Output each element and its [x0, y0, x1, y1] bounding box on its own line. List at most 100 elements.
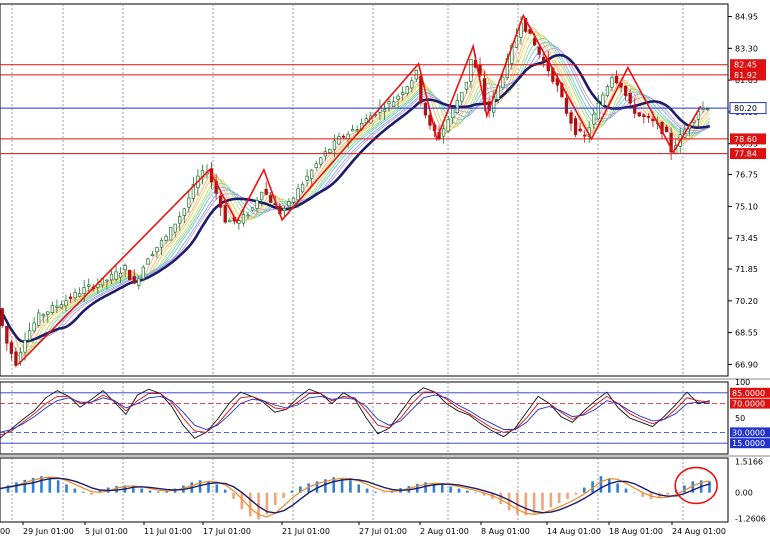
candle-body: [264, 188, 268, 195]
oscillator-bar: [90, 492, 93, 495]
candle-body: [128, 269, 132, 281]
y-tick-label: 76.75: [735, 171, 758, 180]
oscillator-bar: [282, 492, 285, 498]
candle-body: [705, 108, 710, 111]
stochastic-tick-label: 30.0000: [732, 428, 765, 437]
stochastic-tick-label: 85.0000: [732, 389, 765, 398]
oscillator-bar: [449, 486, 452, 493]
candle-body: [592, 113, 596, 125]
oscillator-bar: [666, 492, 670, 495]
candle-body: [423, 102, 428, 116]
candle-body: [341, 135, 346, 138]
candle-body: [405, 86, 409, 94]
candle-body: [109, 273, 114, 281]
candle-body: [77, 293, 82, 297]
candle-body: [501, 76, 505, 89]
candle-body: [601, 94, 605, 106]
candle-body: [583, 134, 587, 137]
candle-body: [27, 330, 32, 341]
candle-body: [32, 322, 36, 332]
oscillator-tick-label: -1.2606: [735, 515, 766, 524]
candle-body: [219, 195, 223, 208]
candle-body: [441, 128, 446, 137]
candle-body: [259, 191, 264, 201]
stochastic-tick-label: 70.0000: [732, 400, 765, 409]
candle-body: [573, 118, 578, 135]
candle-body: [614, 76, 619, 84]
x-tick-label: 29 Jun 01:00: [23, 527, 74, 536]
candle-body: [542, 56, 546, 62]
candle-body: [164, 235, 168, 241]
candle-body: [469, 59, 473, 82]
x-tick-label: 2 Aug 01:00: [420, 527, 469, 536]
stochastic-tick-label: 100: [735, 378, 750, 387]
candle-body: [41, 314, 45, 317]
candle-body: [350, 129, 355, 132]
y-tick-label: 68.55: [735, 329, 758, 338]
oscillator-bar: [683, 485, 686, 493]
candle-body: [82, 287, 86, 294]
oscillator-bar: [574, 492, 578, 495]
x-tick-label: 27 Jul 01:00: [359, 527, 407, 536]
candle-body: [155, 247, 159, 253]
candle-body: [269, 195, 273, 203]
oscillator-bar: [507, 492, 511, 511]
candle-body: [241, 214, 246, 224]
candle-body: [382, 109, 387, 112]
candle-body: [14, 351, 18, 366]
candle-body: [159, 240, 164, 248]
candle-body: [451, 108, 455, 119]
candle-body: [150, 254, 155, 257]
candle-body: [610, 77, 614, 88]
oscillator-bar: [382, 492, 386, 494]
candle-body: [310, 169, 314, 179]
candle-body: [46, 311, 50, 315]
candle-body: [5, 325, 9, 344]
oscillator-bar: [549, 492, 553, 508]
oscillator-bar: [616, 483, 619, 493]
chart-canvas: 84.9583.3081.6580.0078.3576.7575.1073.45…: [0, 3, 770, 536]
candle-body: [633, 104, 637, 114]
oscillator-bar: [240, 492, 244, 510]
price-level-label: 82.45: [730, 59, 766, 71]
candle-body: [596, 102, 600, 120]
candle-body: [246, 214, 250, 217]
candle-body: [68, 296, 73, 299]
oscillator-bar: [599, 476, 603, 493]
stochastic-level-tag: 30.0000: [730, 427, 770, 438]
oscillator-bar: [566, 492, 569, 499]
oscillator-bar: [499, 492, 503, 505]
oscillator-bar: [524, 492, 528, 516]
candle-body: [118, 272, 123, 278]
price-level-text: 81.92: [734, 71, 757, 80]
oscillator-bar: [273, 492, 277, 506]
oscillator-bar: [607, 478, 611, 493]
oscillator-bar: [56, 480, 60, 493]
candle-body: [646, 115, 651, 118]
oscillator-bar: [148, 490, 152, 493]
x-tick-label: 17 Jul 01:00: [203, 527, 251, 536]
candle-body: [532, 38, 537, 46]
stochastic-level-tag: 15.0000: [730, 438, 770, 449]
oscillator-bar: [457, 488, 461, 493]
candle-body: [187, 197, 191, 208]
candle-body: [37, 312, 41, 326]
candle-body: [569, 112, 573, 124]
last-price-text: 80.20: [734, 104, 757, 113]
candle-body: [396, 95, 400, 100]
x-tick-label: 00: [0, 527, 10, 536]
price-level-label: 77.84: [730, 148, 766, 160]
oscillator-bar: [474, 492, 477, 494]
price-level-label: 78.60: [730, 133, 766, 145]
candle-body: [0, 308, 4, 326]
candle-body: [319, 157, 323, 165]
candle-body: [460, 91, 464, 102]
x-tick-label: 18 Aug 01:00: [609, 527, 663, 536]
price-level-label: 81.92: [730, 69, 766, 81]
x-tick-label: 21 Jul 01:00: [282, 527, 330, 536]
candle-body: [23, 340, 27, 353]
x-tick-label: 24 Aug 01:00: [672, 527, 726, 536]
candle-body: [355, 129, 359, 132]
candle-body: [223, 204, 227, 223]
y-tick-label: 66.90: [735, 360, 758, 369]
